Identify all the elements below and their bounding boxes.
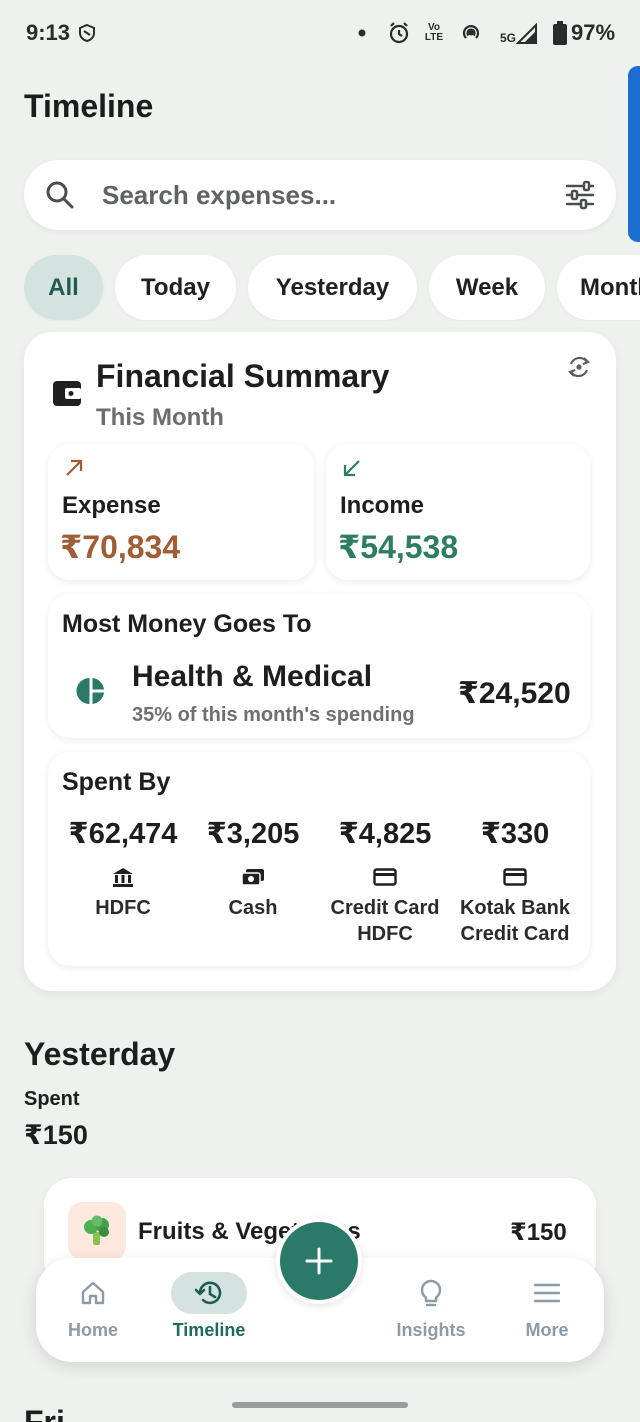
plus-icon — [305, 1247, 333, 1275]
financial-summary-card: Financial Summary This Month Expense ₹70… — [24, 332, 616, 991]
chip-week[interactable]: Week — [429, 255, 545, 320]
day-group-heading: Yesterday — [24, 1036, 176, 1072]
account-name: Kotak Bank Credit Card — [459, 897, 571, 945]
account-name: Cash — [228, 897, 278, 919]
day-spent-label: Spent — [24, 1088, 80, 1110]
nav-icon-container — [171, 1272, 247, 1314]
income-label: Income — [340, 492, 425, 519]
edge-panel-handle[interactable] — [628, 66, 640, 242]
expense-label: Expense — [62, 492, 161, 519]
credit-card-icon — [373, 868, 397, 886]
nav-home[interactable]: Home — [37, 1272, 149, 1352]
top-category-amount: ₹24,520 — [458, 677, 571, 710]
add-expense-button[interactable] — [276, 1218, 362, 1304]
account-amount: ₹3,205 — [206, 818, 300, 850]
filter-sliders-icon[interactable] — [564, 179, 596, 211]
income-card[interactable]: Income ₹54,538 — [326, 444, 590, 580]
search-icon — [46, 181, 74, 209]
top-category-card[interactable]: Most Money Goes To Health & Medical 35% … — [48, 594, 590, 738]
nav-more[interactable]: More — [491, 1272, 603, 1352]
pie-chart-icon — [76, 678, 104, 704]
top-category-share: 35% of this month's spending — [132, 704, 415, 726]
chip-today[interactable]: Today — [115, 255, 236, 320]
top-category-heading: Most Money Goes To — [62, 610, 312, 638]
chip-yesterday[interactable]: Yesterday — [248, 255, 417, 320]
nav-icon-container — [509, 1272, 585, 1314]
arrow-up-right-icon — [66, 459, 83, 476]
nav-label: Insights — [396, 1320, 466, 1340]
nav-timeline[interactable]: Timeline — [153, 1272, 265, 1352]
search-input[interactable] — [102, 172, 542, 218]
spent-by-heading: Spent By — [62, 768, 171, 796]
account-amount: ₹330 — [480, 818, 550, 850]
expense-value: ₹70,834 — [60, 529, 181, 565]
nav-label: More — [525, 1320, 569, 1340]
nav-label: Timeline — [172, 1320, 246, 1340]
alarm-icon — [386, 18, 412, 48]
filter-chips: All Today Yesterday Week Month — [24, 255, 640, 321]
account-name: Credit Card HDFC — [330, 897, 440, 945]
expense-card[interactable]: Expense ₹70,834 — [48, 444, 314, 580]
cash-icon — [241, 869, 264, 886]
account-amount: ₹4,825 — [338, 818, 432, 850]
nav-insights[interactable]: Insights — [375, 1272, 487, 1352]
broccoli-icon — [68, 1202, 126, 1260]
vpn-icon — [76, 18, 98, 48]
signal-icon: 5G — [498, 18, 540, 48]
account-kotak-credit-card[interactable]: ₹330 Kotak Bank Credit Card — [448, 816, 582, 947]
account-credit-card-hdfc[interactable]: ₹4,825 Credit Card HDFC — [318, 816, 452, 947]
refresh-icon[interactable] — [566, 354, 592, 380]
top-category-name: Health & Medical — [132, 660, 373, 693]
fab-circle — [280, 1222, 358, 1300]
home-icon — [81, 1281, 105, 1305]
menu-icon — [533, 1283, 561, 1303]
spent-by-card: Spent By ₹62,474 HDFC ₹3,205 Cash ₹4,825 — [48, 752, 590, 966]
next-day-group-heading: Fri — [24, 1404, 65, 1422]
network-type: 5G — [499, 31, 516, 45]
status-bar: 9:13 Vo LTE 5G 97% — [0, 0, 640, 66]
hotspot-icon — [458, 18, 484, 48]
account-hdfc[interactable]: ₹62,474 HDFC — [56, 816, 190, 921]
summary-period: This Month — [96, 404, 224, 431]
nav-icon-container — [55, 1272, 131, 1314]
page-title: Timeline — [24, 88, 154, 124]
search-bar[interactable] — [24, 160, 616, 230]
volte-icon: Vo LTE — [424, 22, 444, 43]
transaction-amount: ₹150 — [510, 1219, 567, 1246]
wallet-icon — [53, 381, 81, 406]
chip-month[interactable]: Month — [557, 255, 640, 320]
nav-label: Home — [67, 1320, 118, 1340]
battery-icon — [552, 18, 568, 48]
credit-card-icon — [503, 868, 527, 886]
nav-icon-container — [393, 1272, 469, 1314]
income-value: ₹54,538 — [338, 529, 459, 565]
day-spent-value: ₹150 — [24, 1120, 88, 1150]
chip-all[interactable]: All — [24, 255, 103, 320]
account-cash[interactable]: ₹3,205 Cash — [186, 816, 320, 921]
status-time: 9:13 — [26, 20, 71, 45]
arrow-down-left-icon — [343, 460, 360, 477]
battery-percentage: 97% — [571, 20, 616, 45]
notification-dot-icon — [356, 18, 368, 48]
home-indicator[interactable] — [232, 1402, 408, 1408]
lightbulb-icon — [420, 1279, 442, 1307]
account-name: HDFC — [95, 897, 151, 919]
summary-title: Financial Summary — [96, 358, 390, 394]
account-amount: ₹62,474 — [68, 818, 178, 850]
bank-icon — [113, 868, 133, 887]
history-icon — [194, 1281, 222, 1305]
